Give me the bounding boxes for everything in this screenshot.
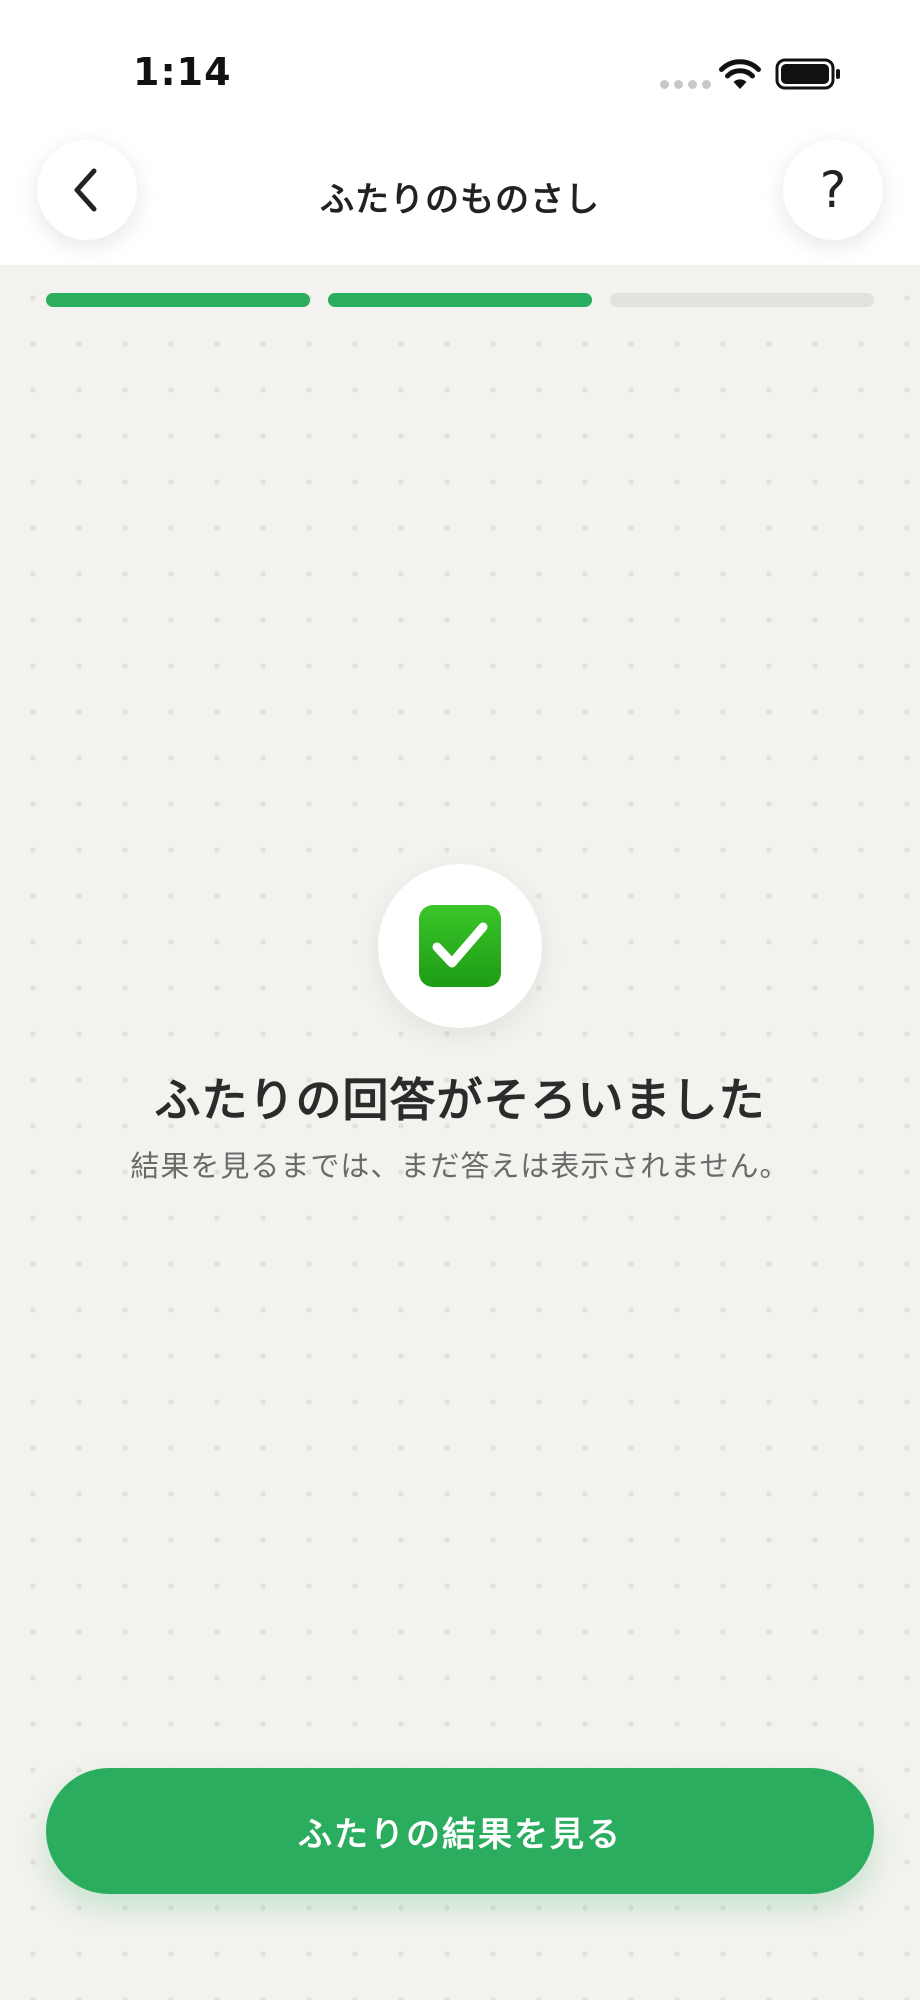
progress-step-3 (610, 293, 874, 307)
completion-headline: ふたりの回答がそろいました (154, 1073, 766, 1127)
app-header: ふたりのものさし ? (0, 140, 920, 265)
wifi-icon (719, 59, 761, 89)
dotted-background (0, 265, 920, 2000)
page-title: ふたりのものさし (320, 180, 600, 220)
question-mark-icon: ? (819, 161, 847, 219)
completion-subtext: 結果を見るまでは、まだ答えは表示されません。 (130, 1149, 790, 1183)
progress-step-2 (328, 293, 592, 307)
help-button[interactable]: ? (783, 140, 883, 240)
progress-bar (46, 293, 874, 307)
progress-step-1 (46, 293, 310, 307)
status-time: 1:14 (133, 50, 232, 94)
view-results-button[interactable]: ふたりの結果を見る (46, 1768, 874, 1894)
completion-badge (378, 864, 542, 1028)
view-results-label: ふたりの結果を見る (298, 1814, 622, 1855)
check-mark-icon (419, 905, 501, 987)
signal-dots-icon (660, 80, 711, 89)
battery-icon (775, 58, 840, 90)
status-bar: 1:14 (0, 0, 920, 140)
